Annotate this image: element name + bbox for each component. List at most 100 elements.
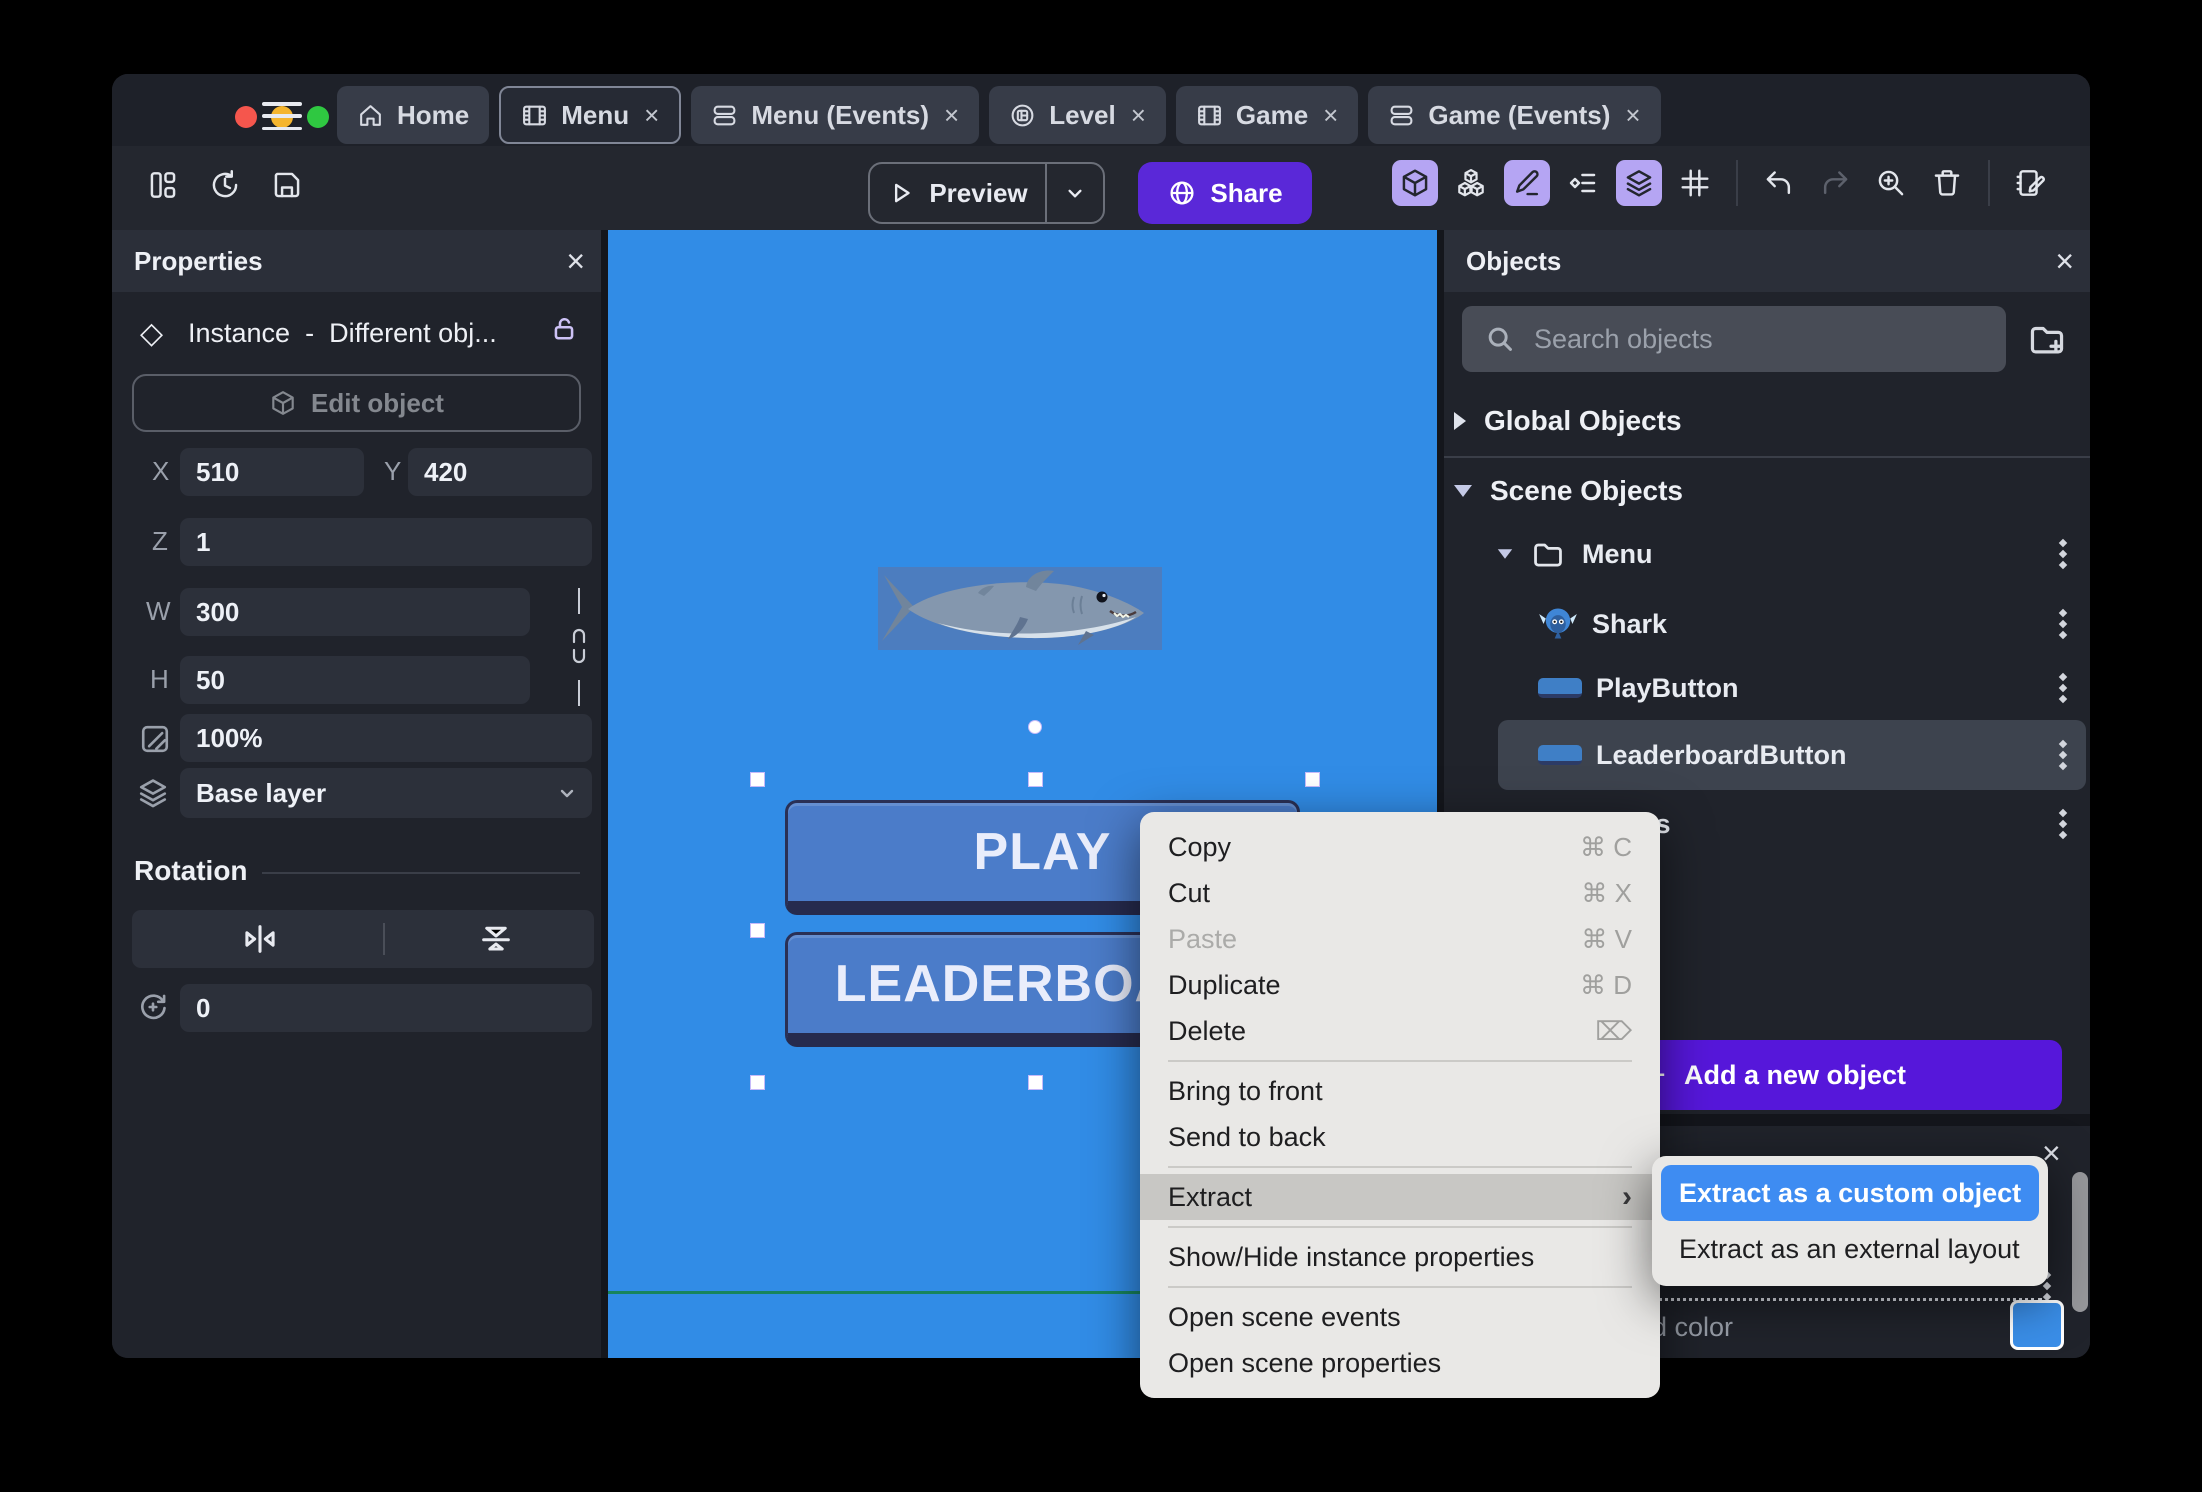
w-field[interactable] xyxy=(180,588,530,636)
menu-item-show-hide-instance-properties[interactable]: Show/Hide instance properties xyxy=(1140,1234,1660,1280)
close-icon[interactable]: × xyxy=(2055,242,2074,280)
opacity-icon xyxy=(138,722,172,761)
menu-item-bring-to-front[interactable]: Bring to front xyxy=(1140,1068,1660,1114)
kebab-menu-icon[interactable] xyxy=(2058,672,2068,704)
redo-icon[interactable] xyxy=(1812,160,1858,206)
x-field[interactable] xyxy=(180,448,364,496)
toolbar-right-group xyxy=(1392,160,2054,206)
tab-bar: Home Menu × Menu (Events) × Level × Game… xyxy=(337,86,1661,144)
z-field[interactable] xyxy=(180,518,592,566)
tab-game[interactable]: Game × xyxy=(1175,86,1359,144)
add-new-object-button[interactable]: + Add a new object xyxy=(1628,1040,2062,1110)
kebab-menu-icon[interactable] xyxy=(2058,739,2068,771)
tab-menu[interactable]: Menu × xyxy=(499,86,682,144)
y-label: Y xyxy=(384,456,402,486)
rotate-handle[interactable] xyxy=(1028,720,1042,734)
selection-handle-top-center[interactable] xyxy=(1028,772,1043,787)
preview-options-button[interactable] xyxy=(1047,164,1103,222)
layer-select[interactable]: Base layer xyxy=(180,768,592,818)
tab-close-icon[interactable]: × xyxy=(1625,100,1640,131)
tree-item-playbutton[interactable]: PlayButton xyxy=(1444,656,2090,720)
button-thumbnail-icon xyxy=(1538,745,1582,765)
trash-icon[interactable] xyxy=(1924,160,1970,206)
kebab-menu-icon[interactable] xyxy=(2058,608,2068,640)
menu-item-paste[interactable]: Paste ⌘ V xyxy=(1140,916,1660,962)
submenu-item-extract-external-layout[interactable]: Extract as an external layout xyxy=(1661,1221,2039,1277)
search-input[interactable] xyxy=(1532,306,1992,372)
share-button[interactable]: Share xyxy=(1138,162,1312,224)
selection-handle-mid-left[interactable] xyxy=(750,923,765,938)
scene-objects-section[interactable]: Scene Objects xyxy=(1444,468,2090,514)
tab-game-events[interactable]: Game (Events) × xyxy=(1368,86,1661,144)
tab-close-icon[interactable]: × xyxy=(1131,100,1146,131)
selection-handle-top-left[interactable] xyxy=(750,772,765,787)
tree-folder-menu[interactable]: Menu xyxy=(1444,522,2090,586)
menu-item-label: Show/Hide instance properties xyxy=(1168,1241,1535,1272)
menu-item-send-to-back[interactable]: Send to back xyxy=(1140,1114,1660,1160)
tree-item-shark[interactable]: Shark xyxy=(1444,592,2090,656)
instance-list-icon[interactable] xyxy=(1560,160,1606,206)
shortcut-label: ⌘ X xyxy=(1581,877,1632,908)
preview-split-button: Preview xyxy=(868,162,1105,224)
unlock-icon[interactable] xyxy=(549,314,579,344)
selection-handle-bottom-left[interactable] xyxy=(750,1075,765,1090)
grid-icon[interactable] xyxy=(1672,160,1718,206)
shark-sprite[interactable] xyxy=(878,567,1162,650)
kebab-menu-icon[interactable] xyxy=(2058,808,2068,840)
submenu-item-extract-custom-object[interactable]: Extract as a custom object xyxy=(1661,1165,2039,1221)
menu-item-copy[interactable]: Copy ⌘ C xyxy=(1140,824,1660,870)
scene-film-icon xyxy=(523,105,547,125)
close-icon[interactable]: × xyxy=(566,242,585,280)
panels-layout-icon[interactable] xyxy=(140,162,186,208)
preview-button[interactable]: Preview xyxy=(870,164,1045,222)
global-objects-section[interactable]: Global Objects xyxy=(1444,398,2090,444)
z-label: Z xyxy=(152,526,168,556)
edit-object-button[interactable]: Edit object xyxy=(132,374,581,432)
tab-menu-events[interactable]: Menu (Events) × xyxy=(691,86,980,144)
menu-item-cut[interactable]: Cut ⌘ X xyxy=(1140,870,1660,916)
undo-icon[interactable] xyxy=(1756,160,1802,206)
tab-close-icon[interactable]: × xyxy=(944,100,959,131)
menu-item-open-scene-events[interactable]: Open scene events xyxy=(1140,1294,1660,1340)
tab-close-icon[interactable]: × xyxy=(1323,100,1338,131)
link-dimensions-toggle[interactable] xyxy=(564,588,594,706)
menu-item-extract[interactable]: Extract › xyxy=(1140,1174,1660,1220)
history-icon[interactable] xyxy=(202,162,248,208)
rotation-angle-field[interactable] xyxy=(180,984,592,1032)
flip-vertical-icon[interactable] xyxy=(476,919,516,959)
selection-handle-top-right[interactable] xyxy=(1305,772,1320,787)
dotted-divider xyxy=(1652,1298,2042,1301)
scene-notes-icon[interactable] xyxy=(2008,160,2054,206)
objects-cubes-icon[interactable] xyxy=(1448,160,1494,206)
tab-close-icon[interactable]: × xyxy=(644,100,659,131)
h-field[interactable] xyxy=(180,656,530,704)
layers-icon[interactable] xyxy=(1616,160,1662,206)
window-zoom-button[interactable] xyxy=(307,106,329,128)
shortcut-label: ⌘ D xyxy=(1580,969,1632,1000)
tab-level[interactable]: Level × xyxy=(989,86,1166,144)
tree-item-leaderboardbutton[interactable]: LeaderboardButton xyxy=(1444,723,2090,787)
divider xyxy=(1988,160,1990,206)
add-folder-icon[interactable] xyxy=(2026,318,2068,360)
opacity-field[interactable] xyxy=(180,714,592,762)
flip-horizontal-icon[interactable] xyxy=(240,919,280,959)
chevron-down-icon xyxy=(560,789,574,798)
kebab-menu-icon[interactable] xyxy=(2058,538,2068,570)
scrollbar[interactable] xyxy=(2072,1172,2088,1312)
menu-item-delete[interactable]: Delete ⌦ xyxy=(1140,1008,1660,1054)
layer-select-value: Base layer xyxy=(196,777,327,808)
y-field[interactable] xyxy=(408,448,592,496)
menu-item-duplicate[interactable]: Duplicate ⌘ D xyxy=(1140,962,1660,1008)
menu-item-label: Copy xyxy=(1168,831,1232,862)
tab-home[interactable]: Home xyxy=(337,86,490,144)
pencil-edit-icon[interactable] xyxy=(1504,160,1550,206)
window-close-button[interactable] xyxy=(235,106,257,128)
zoom-in-icon[interactable] xyxy=(1868,160,1914,206)
menu-item-open-scene-properties[interactable]: Open scene properties xyxy=(1140,1340,1660,1386)
selection-handle-bottom-center[interactable] xyxy=(1028,1075,1043,1090)
background-color-swatch[interactable] xyxy=(2010,1300,2064,1350)
share-label: Share xyxy=(1210,177,1283,208)
main-menu-icon[interactable] xyxy=(262,102,302,130)
save-icon[interactable] xyxy=(264,162,310,208)
3d-box-icon[interactable] xyxy=(1392,160,1438,206)
